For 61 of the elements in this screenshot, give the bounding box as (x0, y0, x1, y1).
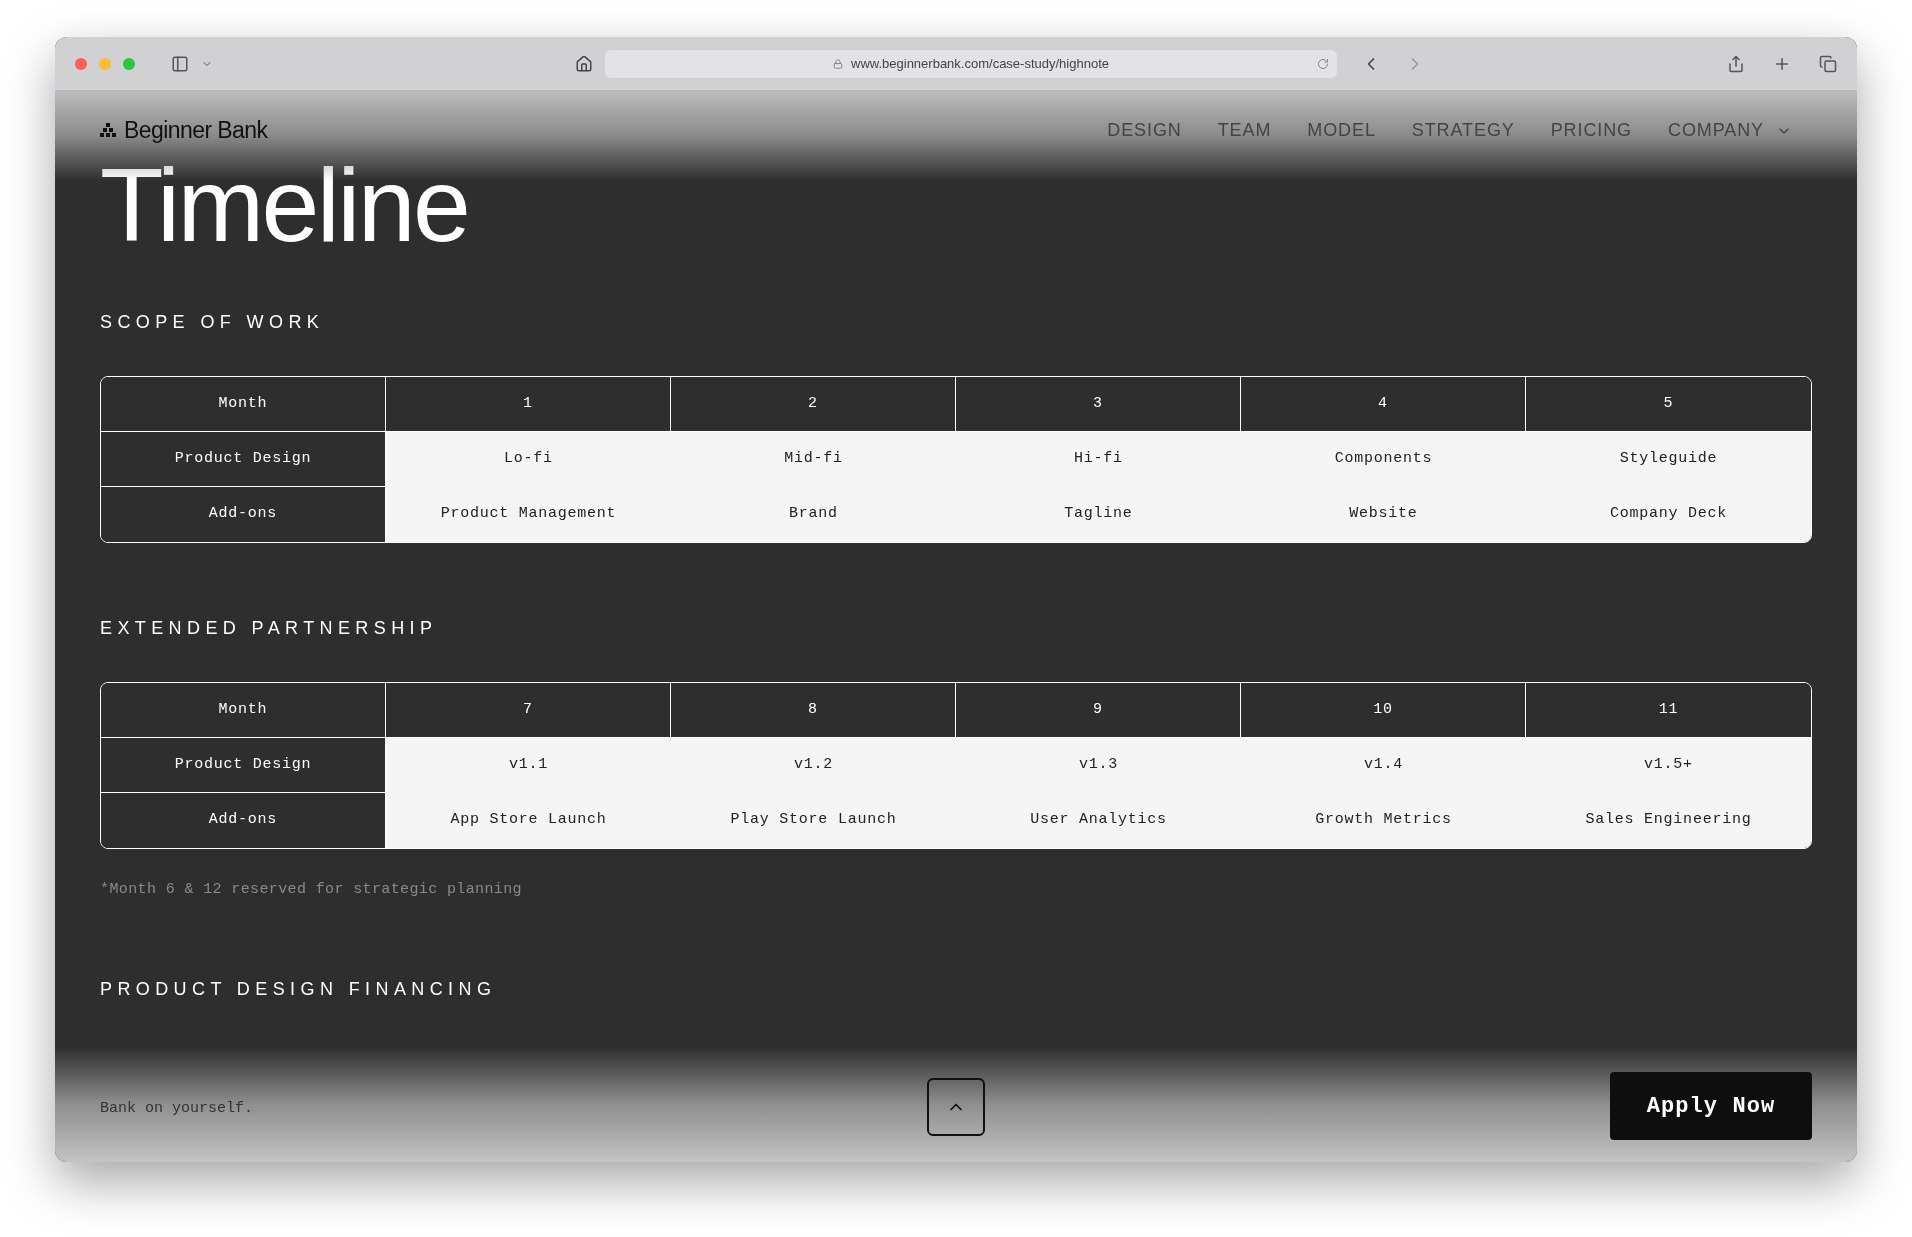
home-icon[interactable] (575, 54, 593, 73)
url-text: www.beginnerbank.com/case-study/highnote (851, 54, 1109, 73)
table-cell: v1.3 (956, 738, 1241, 793)
table-cell: Product Management (386, 487, 671, 542)
tagline: Bank on yourself. (100, 1098, 254, 1119)
nav-link[interactable]: TEAM (1217, 117, 1272, 144)
apply-now-button[interactable]: Apply Now (1610, 1072, 1812, 1140)
reload-icon[interactable] (1317, 57, 1329, 70)
table-cell: v1.1 (386, 738, 671, 793)
table-cell: Website (1241, 487, 1526, 542)
column-header: 1 (386, 377, 671, 432)
scroll-top-button[interactable] (927, 1078, 985, 1136)
section-heading: EXTENDED PARTNERSHIP (100, 617, 439, 640)
column-header: 9 (956, 683, 1241, 738)
table-cell: Components (1241, 432, 1526, 487)
row-header: Product Design (101, 432, 386, 487)
table-cell: User Analytics (956, 793, 1241, 848)
logo-text[interactable]: Beginner Bank (124, 113, 268, 148)
table-cell: Brand (671, 487, 956, 542)
tabs-icon[interactable] (1819, 54, 1837, 73)
column-header: 5 (1526, 377, 1811, 432)
table-cell: v1.2 (671, 738, 956, 793)
table-cell: Growth Metrics (1241, 793, 1526, 848)
column-header: 7 (386, 683, 671, 738)
section-heading: SCOPE OF WORK (100, 311, 326, 334)
row-header: Add-ons (101, 487, 386, 542)
page-title: Timeline (100, 153, 470, 257)
nav-link[interactable]: MODEL (1307, 117, 1376, 144)
sidebar-icon[interactable] (171, 54, 189, 73)
row-header: Add-ons (101, 793, 386, 848)
table-cell: v1.5+ (1526, 738, 1811, 793)
lock-icon (833, 58, 843, 69)
column-header: 10 (1241, 683, 1526, 738)
section-heading: PRODUCT DESIGN FINANCING (100, 977, 498, 1001)
table-cell: Tagline (956, 487, 1241, 542)
table-cell: Play Store Launch (671, 793, 956, 848)
nav-link[interactable]: PRICING (1550, 117, 1632, 144)
column-header: 2 (671, 377, 956, 432)
corner-header: Month (101, 377, 386, 432)
nav-link[interactable]: STRATEGY (1411, 117, 1515, 144)
nav-dropdown[interactable]: COMPANY (1668, 117, 1792, 144)
footnote: *Month 6 & 12 reserved for strategic planning (100, 880, 523, 900)
address-bar[interactable]: www.beginnerbank.com/case-study/highnote (605, 49, 1337, 78)
table-cell: App Store Launch (386, 793, 671, 848)
column-header: 4 (1241, 377, 1526, 432)
column-header: 8 (671, 683, 956, 738)
column-header: 3 (956, 377, 1241, 432)
share-icon[interactable] (1727, 54, 1745, 73)
table-cell: Sales Engineering (1526, 793, 1811, 848)
logo-icon (100, 122, 116, 139)
table-cell: Company Deck (1526, 487, 1811, 542)
nav-link[interactable]: DESIGN (1107, 117, 1182, 144)
row-header: Product Design (101, 738, 386, 793)
corner-header: Month (101, 683, 386, 738)
column-header: 11 (1526, 683, 1811, 738)
close-icon[interactable] (75, 57, 87, 70)
table-cell: Mid-fi (671, 432, 956, 487)
table-cell: v1.4 (1241, 738, 1526, 793)
table-cell: Lo-fi (386, 432, 671, 487)
table-cell: Hi-fi (956, 432, 1241, 487)
table-cell: Styleguide (1526, 432, 1811, 487)
